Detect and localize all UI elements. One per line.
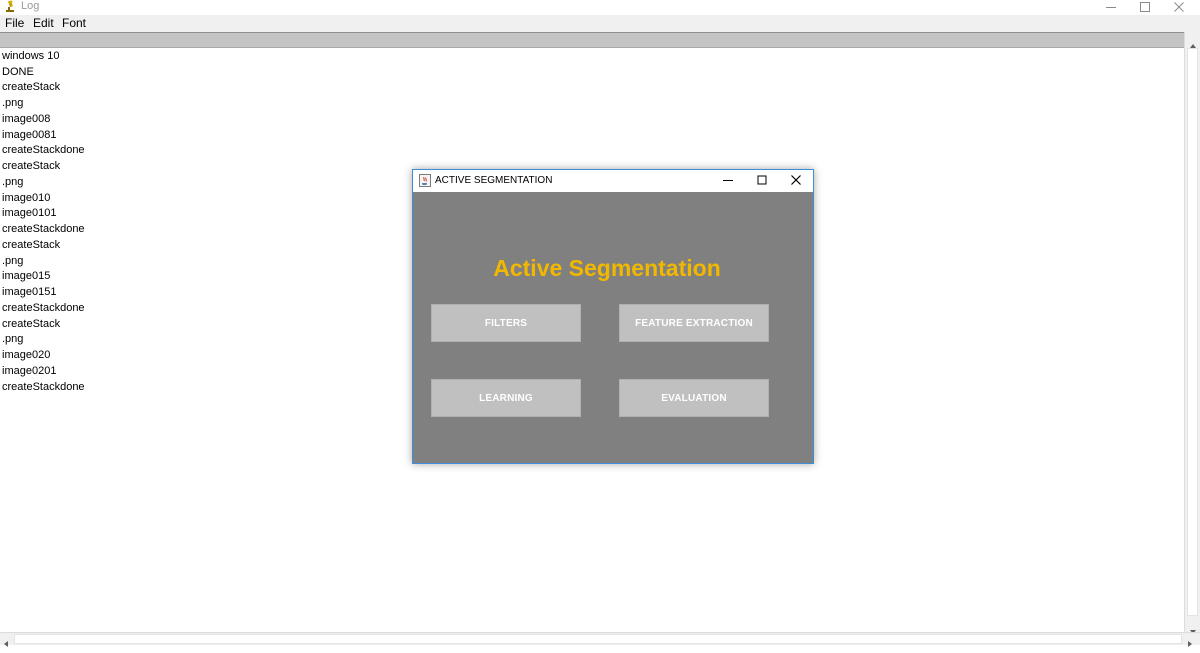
log-line: image0201 bbox=[2, 365, 57, 377]
menu-font[interactable]: Font bbox=[62, 16, 86, 31]
window-title: Log bbox=[21, 0, 40, 12]
dialog-maximize-button[interactable] bbox=[745, 170, 779, 192]
log-line: image020 bbox=[2, 349, 51, 361]
log-window-titlebar[interactable]: Log bbox=[0, 0, 1200, 15]
log-line: image0081 bbox=[2, 129, 57, 141]
horizontal-scroll-thumb[interactable] bbox=[14, 634, 1182, 644]
log-line: image0101 bbox=[2, 207, 57, 219]
log-line: createStack bbox=[2, 81, 61, 93]
minimize-icon bbox=[1106, 2, 1116, 12]
log-line: createStackdone bbox=[2, 302, 85, 314]
scroll-right-icon[interactable] bbox=[1187, 635, 1193, 653]
menu-file[interactable]: File bbox=[5, 16, 24, 31]
close-icon bbox=[791, 172, 801, 190]
dialog-heading: Active Segmentation bbox=[493, 255, 721, 281]
vertical-scrollbar[interactable] bbox=[1184, 32, 1200, 634]
log-line: .png bbox=[2, 176, 24, 188]
log-line: DONE bbox=[2, 66, 34, 78]
active-segmentation-dialog: ACTIVE SEGMENTATION Active Segmentation … bbox=[412, 169, 814, 464]
log-line: createStackdone bbox=[2, 144, 85, 156]
log-line: image010 bbox=[2, 192, 51, 204]
evaluation-button[interactable]: EVALUATION bbox=[619, 379, 769, 417]
minimize-button[interactable] bbox=[1094, 0, 1128, 13]
log-line: .png bbox=[2, 255, 24, 267]
dialog-body: Active Segmentation FILTERS FEATURE EXTR… bbox=[413, 192, 813, 463]
scroll-left-icon[interactable] bbox=[3, 635, 9, 653]
log-line: image015 bbox=[2, 270, 51, 282]
java-cup-icon bbox=[419, 174, 431, 192]
dialog-minimize-button[interactable] bbox=[711, 170, 745, 192]
log-line: image0151 bbox=[2, 286, 57, 298]
log-line: .png bbox=[2, 333, 24, 345]
dialog-close-button[interactable] bbox=[779, 170, 813, 192]
menu-edit[interactable]: Edit bbox=[33, 16, 54, 31]
horizontal-scrollbar[interactable] bbox=[0, 632, 1200, 647]
log-line: image008 bbox=[2, 113, 51, 125]
dialog-titlebar[interactable]: ACTIVE SEGMENTATION bbox=[413, 170, 813, 192]
maximize-icon bbox=[1140, 1, 1150, 12]
log-header-band bbox=[0, 32, 1184, 48]
minimize-icon bbox=[723, 172, 733, 190]
log-line: .png bbox=[2, 97, 24, 109]
close-icon bbox=[1174, 1, 1184, 12]
feature-extraction-button[interactable]: FEATURE EXTRACTION bbox=[619, 304, 769, 342]
filters-button[interactable]: FILTERS bbox=[431, 304, 581, 342]
log-line: createStack bbox=[2, 239, 61, 251]
log-line: createStack bbox=[2, 160, 61, 172]
log-line: createStackdone bbox=[2, 381, 85, 393]
log-line: windows 10 bbox=[2, 50, 60, 62]
maximize-button[interactable] bbox=[1128, 0, 1162, 13]
microscope-icon bbox=[5, 0, 15, 13]
learning-button[interactable]: LEARNING bbox=[431, 379, 581, 417]
log-line: createStack bbox=[2, 318, 61, 330]
close-button[interactable] bbox=[1162, 0, 1196, 13]
dialog-title: ACTIVE SEGMENTATION bbox=[435, 175, 553, 186]
log-line: createStackdone bbox=[2, 223, 85, 235]
menu-bar: File Edit Font bbox=[0, 15, 1200, 32]
maximize-icon bbox=[757, 172, 767, 190]
vertical-scroll-thumb[interactable] bbox=[1187, 48, 1198, 616]
